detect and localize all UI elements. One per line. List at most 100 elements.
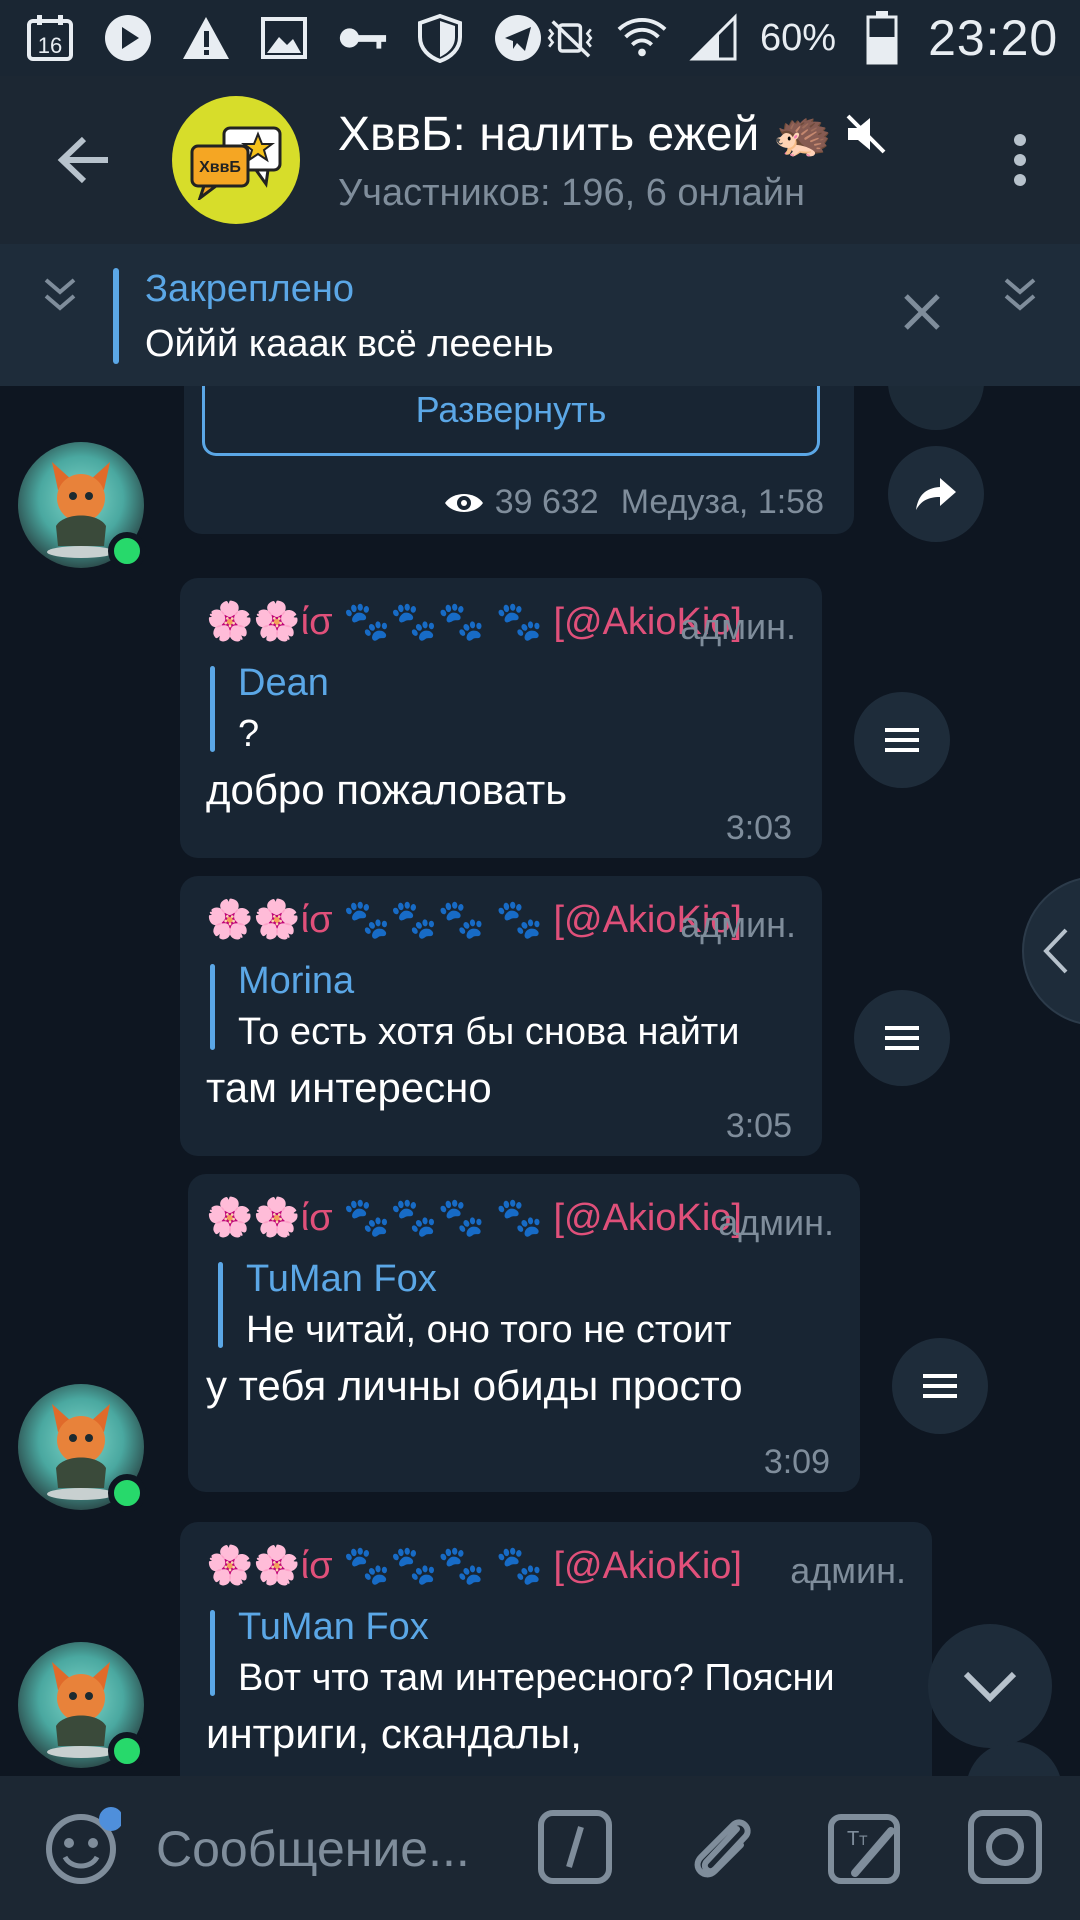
emoji-icon (46, 1807, 121, 1884)
reply-quote[interactable]: Dean ? (206, 662, 796, 756)
reply-author: TuMan Fox (246, 1258, 437, 1300)
telegram-icon (492, 12, 544, 64)
key-icon (336, 12, 388, 64)
message-bubble[interactable]: 🌸🌸ίσ 🐾🐾🐾 🐾 [@AkioKio] админ. Morina То е… (180, 876, 822, 1156)
admin-badge: админ. (680, 904, 796, 945)
message-time: 3:05 (725, 1107, 792, 1145)
svg-text:T: T (859, 1832, 868, 1848)
clock: 23:20 (928, 10, 1059, 66)
wifi-icon (616, 12, 668, 64)
admin-badge: админ. (680, 606, 796, 647)
reply-quote[interactable]: TuMan Fox Не читай, оно того не стоит (214, 1258, 842, 1352)
message-text: там интересно (206, 1064, 492, 1111)
chevron-left-icon (1043, 928, 1068, 974)
battery-percent: 60% (760, 16, 837, 59)
post-meta: 39 632 Медуза, 1:58 (443, 483, 824, 522)
side-panel-tab[interactable] (1022, 876, 1080, 1026)
pinned-text: Оййй кааак всё лееень (145, 323, 554, 365)
online-indicator (108, 532, 146, 570)
svg-text:16: 16 (38, 33, 62, 58)
pinned-label: Закреплено (145, 268, 354, 310)
reply-author: Dean (238, 662, 329, 704)
svg-text:T: T (847, 1828, 859, 1850)
reply-text: Не читай, оно того не стоит (246, 1309, 732, 1351)
back-button[interactable] (24, 100, 144, 220)
message-menu-button[interactable] (892, 1338, 988, 1434)
partial-side-button[interactable] (888, 386, 984, 430)
reply-quote[interactable]: TuMan Fox Вот что там интересного? Поясн… (206, 1606, 906, 1700)
more-vertical-icon (1014, 134, 1026, 186)
paperclip-icon (694, 1819, 751, 1878)
pinned-accent-bar (113, 268, 119, 364)
message-text: интриги, скандалы, (206, 1710, 582, 1757)
chat-avatar[interactable]: ХввБ (172, 96, 300, 224)
avatar[interactable] (18, 442, 146, 570)
camera-icon (968, 1810, 1042, 1884)
channel-post[interactable]: Развернуть 39 632 Медуза, 1:58 (184, 386, 854, 534)
eye-icon (444, 493, 483, 512)
chat-header-info[interactable]: ХввБ: налить ежей 🦔 Участников: 196, 6 о… (338, 105, 888, 215)
reply-text: То есть хотя бы снова найти (238, 1011, 740, 1053)
chat-logo-icon: ХввБ (190, 126, 282, 200)
view-count: 39 632 (494, 483, 599, 521)
shield-icon (414, 12, 466, 64)
expand-button[interactable]: Развернуть (202, 386, 820, 456)
message-time: 3:09 (763, 1443, 830, 1481)
avatar[interactable] (18, 1642, 146, 1770)
message-input-bar: Сообщение... TT (0, 1776, 1080, 1920)
reply-text: Вот что там интересного? Поясни (238, 1657, 835, 1699)
scroll-to-bottom-button[interactable] (928, 1624, 1052, 1748)
reply-author: TuMan Fox (238, 1606, 429, 1648)
reply-quote[interactable]: Morina То есть хотя бы снова найти (206, 960, 796, 1054)
message-bubble[interactable]: 🌸🌸ίσ 🐾🐾🐾 🐾 [@AkioKio] админ. TuMan Fox В… (180, 1522, 932, 1776)
double-chevron-down-icon[interactable] (30, 264, 90, 324)
warning-icon (180, 12, 232, 64)
emoji-button[interactable] (36, 1802, 126, 1892)
status-bar: 16 60% 23:20 (0, 0, 1080, 76)
avatar[interactable] (18, 1384, 146, 1512)
message-input[interactable]: Сообщение... (156, 1820, 470, 1878)
more-menu-button[interactable] (1000, 110, 1040, 210)
message-time: 3:03 (725, 809, 792, 847)
reply-text: ? (238, 713, 260, 755)
sticker-brush-icon: TT (828, 1814, 900, 1884)
svg-text:ХввБ: ХввБ (199, 159, 241, 176)
slash-command-icon (538, 1810, 612, 1884)
message-bubble[interactable]: 🌸🌸ίσ 🐾🐾🐾 🐾 [@AkioKio] админ. TuMan Fox Н… (188, 1174, 860, 1492)
message-bubble[interactable]: 🌸🌸ίσ 🐾🐾🐾 🐾 [@AkioKio] админ. Dean ? добр… (180, 578, 822, 858)
message-text: у тебя личны обиды просто (206, 1362, 743, 1409)
mute-vibrate-icon (544, 12, 596, 64)
camera-button[interactable] (960, 1802, 1050, 1892)
attach-button[interactable] (676, 1802, 766, 1892)
message-menu-button[interactable] (854, 990, 950, 1086)
close-pinned-button[interactable] (894, 284, 950, 340)
battery-icon (856, 11, 908, 65)
pinned-content: Закреплено Оййй кааак всё лееень (145, 268, 554, 366)
muted-icon (847, 114, 886, 153)
message-menu-button[interactable] (854, 692, 950, 788)
menu-lines-icon (923, 1374, 957, 1398)
chat-member-count: Участников: 196, 6 онлайн (338, 172, 806, 214)
chat-title: ХввБ: налить ежей 🦔 (338, 105, 888, 162)
bot-commands-button[interactable] (530, 1802, 620, 1892)
message-text: добро пожаловать (206, 766, 568, 813)
image-icon (258, 12, 310, 64)
chat-title-text: ХввБ: налить ежей 🦔 (338, 108, 833, 161)
share-arrow-icon (916, 478, 956, 510)
signal-icon (688, 12, 740, 64)
sticker-button[interactable]: TT (820, 1802, 910, 1892)
message-list[interactable]: Развернуть 39 632 Медуза, 1:58 🌸🌸ίσ 🐾🐾🐾 … (0, 386, 1080, 1776)
calendar-icon: 16 (24, 12, 76, 64)
double-chevron-down-icon-right[interactable] (990, 264, 1050, 324)
reply-author: Morina (238, 960, 355, 1002)
chevron-down-icon (963, 1671, 1017, 1703)
admin-badge: админ. (790, 1550, 906, 1591)
online-indicator (108, 1732, 146, 1770)
close-icon (904, 294, 940, 330)
share-button[interactable] (888, 446, 984, 542)
pinned-message-bar[interactable]: Закреплено Оййй кааак всё лееень (0, 244, 1080, 386)
online-indicator (108, 1474, 146, 1512)
menu-lines-icon (885, 1026, 919, 1050)
chat-header: ХввБ ХввБ: налить ежей 🦔 Участников: 196… (0, 76, 1080, 244)
post-signature: Медуза, 1:58 (620, 483, 824, 521)
